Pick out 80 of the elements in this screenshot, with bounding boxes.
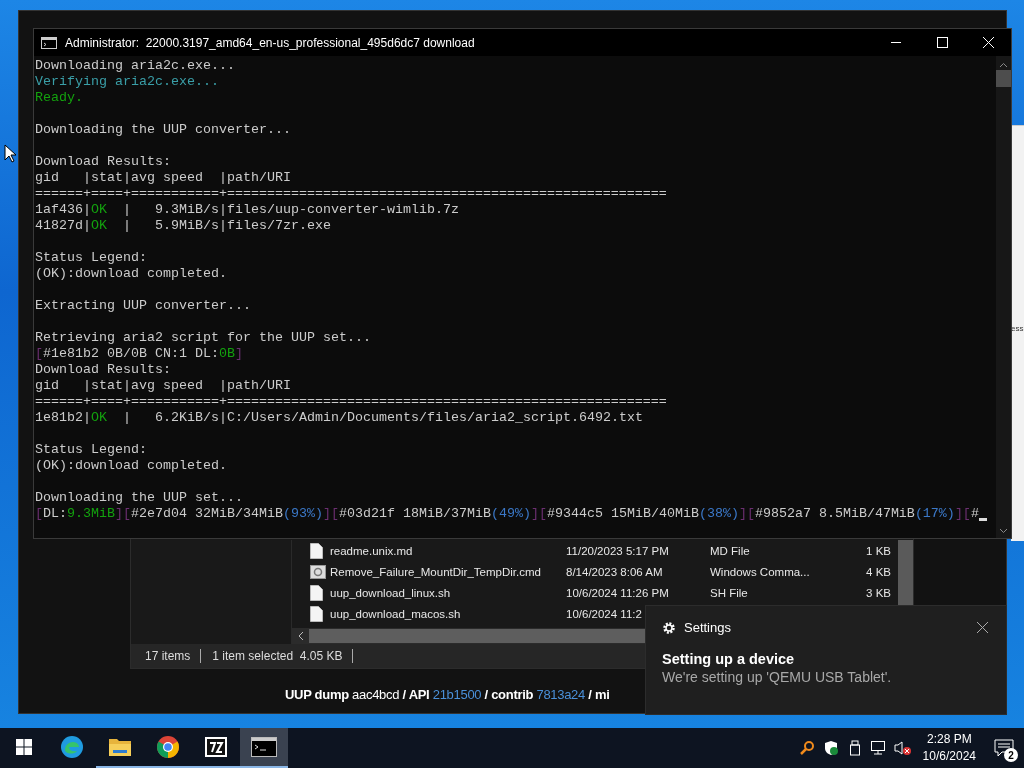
status-divider-icon: [352, 649, 355, 663]
mouse-pointer-icon: [4, 144, 16, 163]
console-line: Ready.: [35, 90, 83, 106]
file-icon: [310, 605, 323, 622]
console-line: Download Results:: [35, 362, 171, 378]
commit-link[interactable]: 21b1500: [432, 686, 482, 702]
maximize-icon: [936, 37, 948, 48]
scroll-thumb[interactable]: [996, 70, 1011, 87]
clock[interactable]: 2:28 PM 10/6/2024: [914, 731, 984, 765]
script-file-icon: [310, 564, 326, 579]
scroll-down-icon[interactable]: [999, 528, 1008, 534]
file-date: 10/6/2024 11:26 PM: [566, 586, 670, 599]
status-text: 1 item selected 4.05 KB: [212, 649, 343, 663]
toast-title: Setting up a device: [662, 651, 796, 667]
notification-button[interactable]: 2: [984, 728, 1024, 768]
window-title: Administrator: 22000.3197_amd64_en-us_professional_495d6dc7 download: [65, 35, 476, 50]
console-line: (OK):download completed.: [35, 266, 227, 282]
file-date: 11/20/2023 5:17 PM: [566, 544, 670, 557]
console-line: Downloading aria2c.exe...: [35, 58, 235, 74]
console-line: Status Legend:: [35, 250, 147, 266]
console-line: (OK):download completed.: [35, 458, 227, 474]
file-size: 1 KB: [865, 544, 891, 557]
file-type: SH File: [710, 586, 749, 599]
file-size: 4 KB: [865, 565, 891, 578]
close-icon: [977, 622, 988, 633]
console-line: Status Legend:: [35, 442, 147, 458]
settings-icon: [662, 620, 676, 635]
console-line: Downloading the UUP set...: [35, 490, 243, 506]
file-name[interactable]: uup_download_macos.sh: [330, 607, 566, 620]
notification-toast[interactable]: Settings Setting up a device We're setting up 'QEMU USB Tablet'.: [645, 605, 1007, 715]
file-size: 3 KB: [865, 586, 891, 599]
console-line: gid |stat|avg speed |path/URI: [35, 378, 291, 394]
close-icon: [982, 37, 994, 48]
console-line: Download Results:: [35, 154, 171, 170]
file-icon: [310, 584, 323, 601]
console-line: 1af436|OK | 9.3MiB/s|files/uup-converter-wimlib.7z: [35, 202, 459, 218]
muted-speaker-icon: [893, 740, 912, 756]
file-type: Windows Comma...: [710, 565, 811, 578]
console-icon: [41, 36, 57, 49]
minimize-icon: [891, 41, 901, 44]
shield-icon: [822, 740, 839, 756]
toast-app-name: Settings: [684, 620, 732, 635]
edge-icon: [60, 735, 84, 759]
status-text: 17 items: [145, 649, 191, 663]
file-type: MD File: [710, 544, 751, 557]
console-line: [DL:9.3MiB][#2e7d04 32MiB/34MiB(93%)][#03d21f 18MiB/37MiB(49%)][#9344c5 15MiB/40MiB(38%)][#9852a7 8.5MiB/47MiB(17%)][#: [35, 506, 979, 522]
console-line: ======+====+===========+=======================================================: [35, 186, 667, 202]
notification-count: 2: [1004, 748, 1018, 762]
console-line: gid |stat|avg speed |path/URI: [35, 170, 291, 186]
console-line: Downloading the UUP converter...: [35, 122, 291, 138]
usb-drive-icon: [848, 740, 861, 756]
console-line: [#1e81b2 0B/0B CN:1 DL:0B]: [35, 346, 243, 362]
folder-icon: [108, 736, 132, 758]
file-name[interactable]: readme.unix.md: [330, 544, 566, 557]
close-button[interactable]: [975, 620, 990, 635]
console-line: 1e81b2|OK | 6.2KiB/s|C:/Users/Admin/Documents/files/aria2_script.6492.txt: [35, 410, 643, 426]
scroll-left-icon[interactable]: [297, 631, 305, 641]
message-icon: [994, 739, 1014, 757]
status-divider-icon: [200, 649, 203, 663]
console-line: Verifying aria2c.exe...: [35, 74, 219, 90]
file-name[interactable]: uup_download_linux.sh: [330, 586, 566, 599]
console-line: 41827d|OK | 5.9MiB/s|files/7zr.exe: [35, 218, 331, 234]
archive-icon: [204, 736, 228, 758]
windows-icon: [16, 739, 32, 755]
console-scrollbar[interactable]: [996, 56, 1011, 538]
network-icon: [869, 740, 888, 756]
file-date: 10/6/2024 11:2: [566, 607, 643, 620]
magnifier-icon: [798, 740, 815, 756]
console-line: ======+====+===========+=======================================================: [35, 394, 667, 410]
scroll-up-icon[interactable]: [999, 62, 1008, 68]
console-line: Extracting UUP converter...: [35, 298, 251, 314]
file-date: 8/14/2023 8:06 AM: [566, 565, 664, 578]
file-icon: [310, 542, 323, 559]
taskbar-app[interactable]: [240, 728, 288, 768]
toast-message: We're setting up 'QEMU USB Tablet'.: [662, 669, 893, 685]
file-name[interactable]: Remove_Failure_MountDir_TempDir.cmd: [330, 565, 566, 578]
console-line: Retrieving aria2 script for the UUP set...: [35, 330, 371, 346]
commit-link[interactable]: 7813a24: [536, 686, 585, 702]
console-icon: [251, 737, 277, 757]
chrome-icon: [156, 735, 180, 759]
